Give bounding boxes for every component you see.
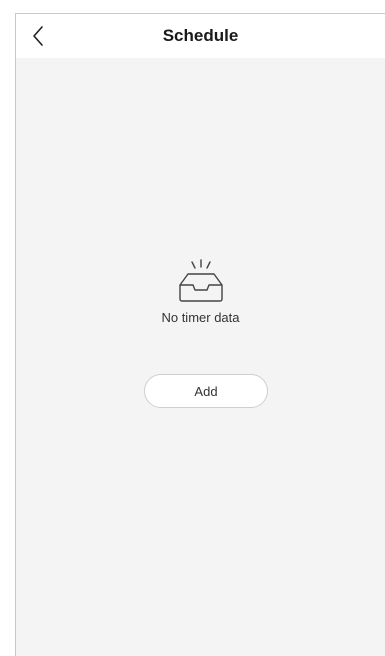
empty-state-message: No timer data bbox=[161, 310, 240, 325]
schedule-screen: Schedule No timer data Add bbox=[15, 13, 385, 656]
add-button[interactable]: Add bbox=[144, 374, 268, 408]
page-title: Schedule bbox=[162, 26, 239, 45]
empty-inbox-icon bbox=[178, 259, 223, 302]
empty-state: No timer data bbox=[16, 259, 385, 325]
navigation-bar: Schedule bbox=[16, 14, 385, 58]
